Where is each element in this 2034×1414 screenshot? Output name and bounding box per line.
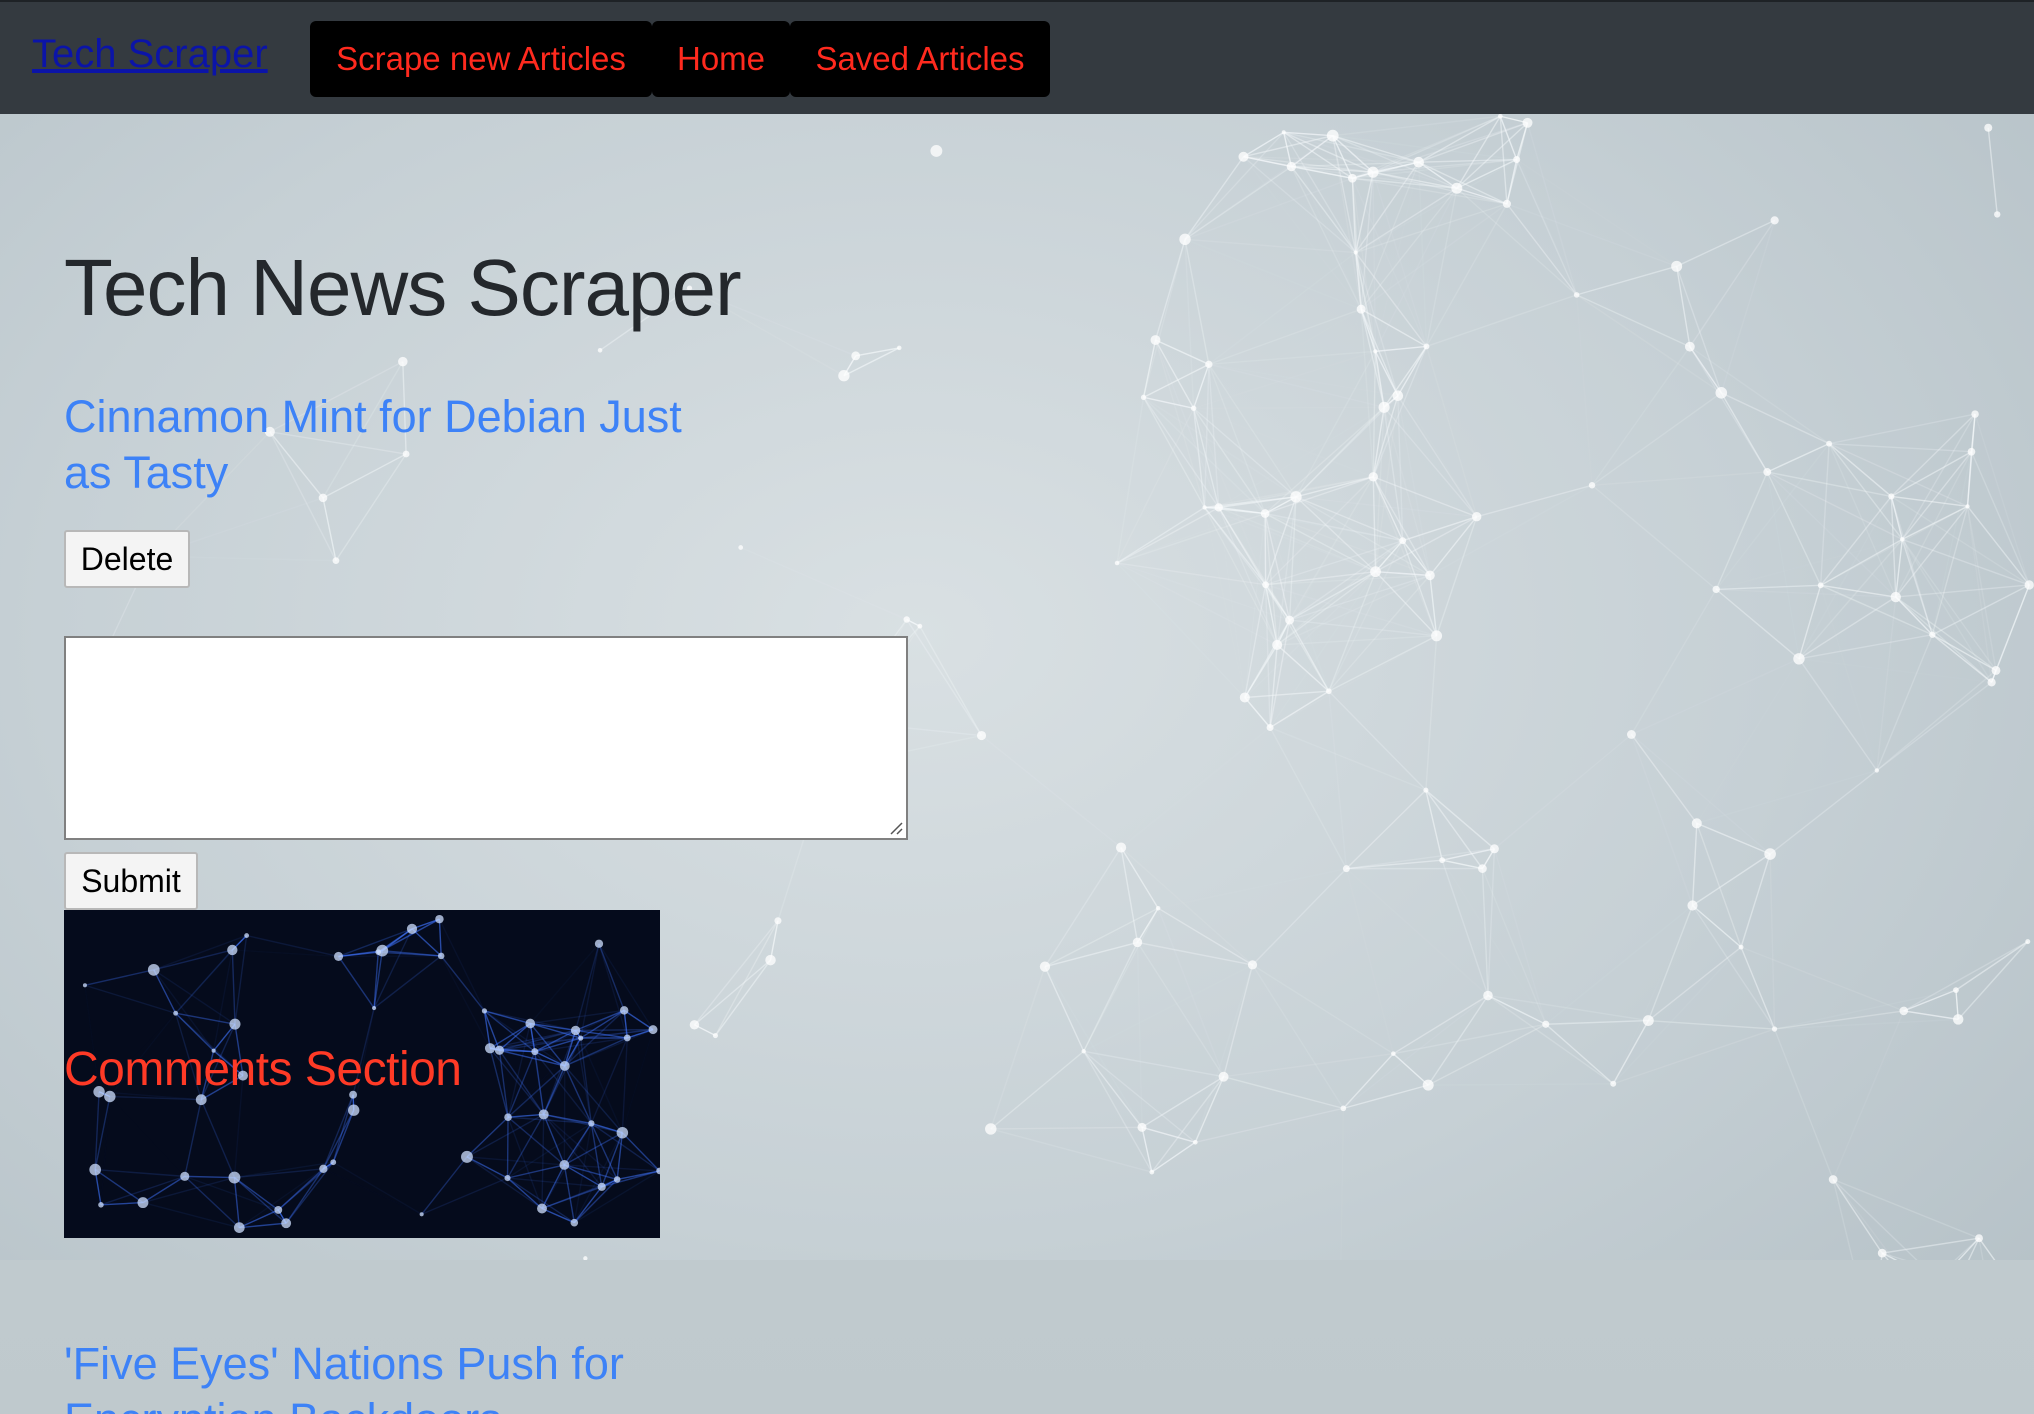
page-title: Tech News Scraper: [64, 243, 742, 332]
resize-handle-icon[interactable]: [889, 821, 903, 835]
submit-comment-button[interactable]: Submit: [64, 852, 198, 910]
brand-link[interactable]: Tech Scraper: [32, 32, 268, 77]
nav-scrape-new-articles-button[interactable]: Scrape new Articles: [310, 21, 652, 97]
comments-section-panel: Comments Section: [64, 910, 660, 1238]
article-title-link[interactable]: Cinnamon Mint for Debian Just as Tasty: [64, 389, 684, 501]
nav-home-button[interactable]: Home: [652, 21, 790, 97]
nav-saved-articles-button[interactable]: Saved Articles: [790, 21, 1050, 97]
article-title-link[interactable]: 'Five Eyes' Nations Push for Encryption …: [64, 1336, 684, 1414]
comments-section-heading: Comments Section: [64, 1043, 462, 1096]
top-navbar: Tech Scraper Scrape new Articles Home Sa…: [0, 0, 2034, 114]
comment-textarea[interactable]: [64, 636, 908, 840]
delete-article-button[interactable]: Delete: [64, 530, 190, 588]
